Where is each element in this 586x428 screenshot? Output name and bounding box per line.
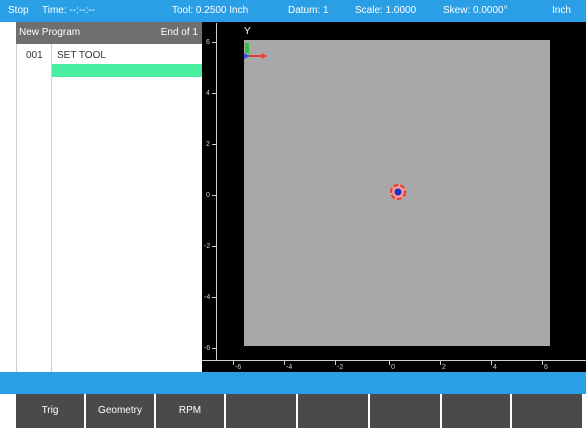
x-tick — [284, 361, 285, 365]
y-tick — [212, 297, 216, 298]
y-tick-label: 6 — [206, 39, 210, 46]
skew-readout: Skew: 0.0000° — [443, 5, 508, 16]
y-tick-label: -4 — [204, 294, 211, 301]
row-number: 001 — [26, 50, 43, 61]
row-step: SET TOOL — [57, 50, 106, 61]
tool-readout: Tool: 0.2500 Inch — [172, 5, 249, 16]
info-strip — [0, 372, 586, 394]
x-tick — [491, 361, 492, 365]
program-title: New Program — [19, 27, 81, 38]
program-list[interactable]: 001 SET TOOL — [16, 44, 203, 372]
y-tick — [212, 42, 216, 43]
mode-indicator: Stop — [8, 5, 29, 16]
units-indicator: Inch — [552, 5, 571, 16]
x-tick — [542, 361, 543, 365]
program-position: End of 1 — [160, 27, 198, 38]
geometry-softkey[interactable]: Geometry — [86, 394, 154, 428]
softkey-4[interactable] — [226, 394, 296, 428]
y-tick-label: 4 — [206, 90, 210, 97]
selected-empty-row[interactable] — [52, 64, 203, 77]
softkey-bar: Trig Geometry RPM — [0, 394, 586, 428]
y-axis-label: Y — [244, 26, 251, 37]
y-tick-label: -2 — [204, 243, 211, 250]
y-tick — [212, 93, 216, 94]
y-tick — [212, 246, 216, 247]
softkey-7[interactable] — [442, 394, 510, 428]
x-tick — [335, 361, 336, 365]
y-tick — [212, 144, 216, 145]
y-tick-label: -6 — [204, 345, 211, 352]
rpm-softkey[interactable]: RPM — [156, 394, 224, 428]
y-tick — [212, 348, 216, 349]
y-tick — [212, 195, 216, 196]
x-tick — [389, 361, 390, 365]
y-tick-label: 2 — [206, 141, 210, 148]
y-ruler: 6 4 2 0 -2 -4 -6 — [203, 23, 217, 361]
x-tick-label: 0 — [391, 364, 395, 371]
x-tick-label: 6 — [544, 364, 548, 371]
program-header: New Program End of 1 — [16, 22, 202, 44]
x-tick-label: -2 — [337, 364, 344, 371]
softkey-6[interactable] — [370, 394, 440, 428]
x-ruler: -6 -4 -2 0 2 4 6 — [202, 360, 586, 372]
x-tick-label: -6 — [235, 364, 242, 371]
status-bar: Stop Time: --:--:-- Tool: 0.2500 Inch Da… — [0, 0, 586, 22]
x-tick-label: 4 — [493, 364, 497, 371]
datum-readout: Datum: 1 — [288, 5, 329, 16]
program-row[interactable]: 001 SET TOOL — [17, 50, 203, 63]
graphic-view[interactable]: 6 4 2 0 -2 -4 -6 -6 -4 -2 0 2 4 6 Y — [202, 22, 586, 372]
x-tick-label: 2 — [442, 364, 446, 371]
tool-position-icon — [390, 184, 406, 200]
scale-readout: Scale: 1.0000 — [355, 5, 417, 16]
trig-softkey[interactable]: Trig — [16, 394, 84, 428]
x-tick — [233, 361, 234, 365]
time-readout: Time: --:--:-- — [42, 5, 95, 16]
softkey-5[interactable] — [298, 394, 368, 428]
column-divider — [51, 44, 52, 372]
axis-origin-icon — [244, 43, 267, 59]
x-tick-label: -4 — [286, 364, 293, 371]
x-tick — [440, 361, 441, 365]
softkey-8[interactable] — [512, 394, 582, 428]
y-tick-label: 0 — [206, 192, 210, 199]
